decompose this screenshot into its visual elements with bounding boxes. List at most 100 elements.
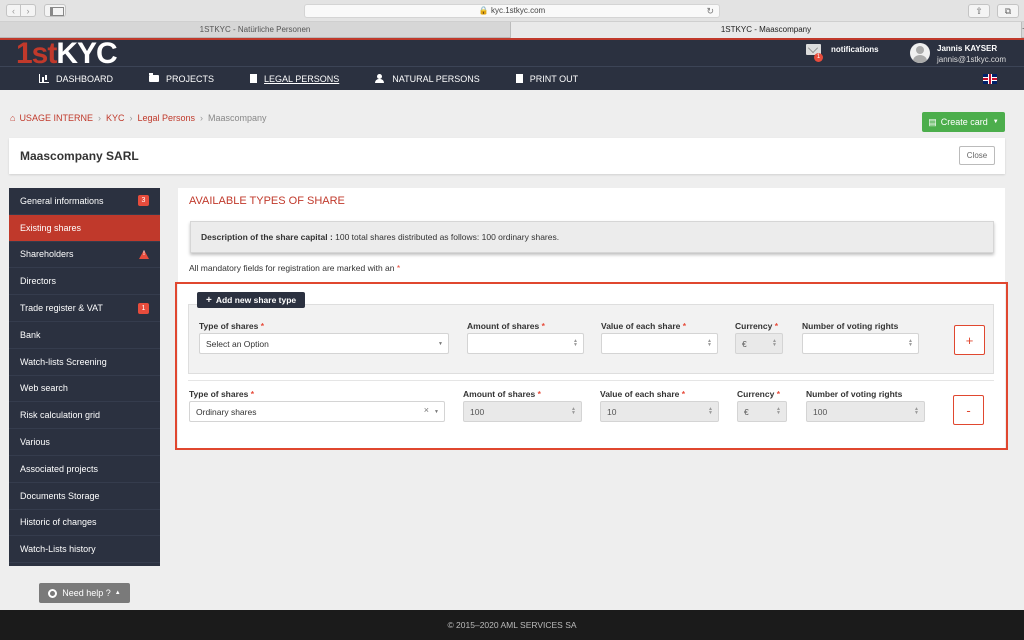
sidebar-item-historic-of-changes[interactable]: Historic of changes	[9, 510, 160, 537]
chevron-down-icon: ▼	[438, 341, 443, 347]
sidebar-item-label: Trade register & VAT	[20, 303, 103, 314]
new-currency-select[interactable]: € ▲ ▼	[735, 333, 783, 354]
sidebar-item-bank[interactable]: Bank	[9, 322, 160, 349]
stepper-icon[interactable]: ▲ ▼	[707, 339, 712, 348]
currency-label-text: Currency	[737, 389, 775, 399]
stepper-icon[interactable]: ▲ ▼	[914, 407, 919, 416]
warning-icon	[139, 249, 149, 259]
description-label: Description of the share capital :	[201, 232, 333, 242]
logo[interactable]: 1stKYC	[16, 39, 118, 69]
address-bar[interactable]: 🔒 kyc.1stkyc.com ↻	[304, 4, 720, 18]
existing-type-select[interactable]: Ordinary shares × ▼	[189, 401, 445, 422]
breadcrumb-separator: ›	[129, 113, 133, 123]
forward-button[interactable]: ›	[21, 4, 36, 17]
currency-label-text: Currency	[735, 321, 773, 331]
share-icon[interactable]: ⇧	[968, 4, 990, 18]
value-label-text: Value of each share	[600, 389, 680, 399]
browser-toolbar: ‹ › 🔒 kyc.1stkyc.com ↻ ⇧ ⧉	[0, 0, 1024, 22]
file-icon: ▤	[928, 116, 937, 127]
add-share-row-button[interactable]: +	[954, 325, 985, 355]
amount-label-text: Amount of shares	[463, 389, 536, 399]
existing-value-input[interactable]: 10 ▲ ▼	[600, 401, 719, 422]
back-button[interactable]: ‹	[6, 4, 21, 17]
description-text: 100 total shares distributed as follows:…	[332, 232, 560, 242]
share-types-form: Type of shares * Select an Option ▼ Amou…	[175, 282, 1008, 450]
nav-dashboard[interactable]: DASHBOARD	[39, 74, 113, 84]
sidebar-item-general-informations[interactable]: General informations 3	[9, 188, 160, 215]
caret-down-icon: ▼	[992, 119, 999, 125]
sidebar-item-associated-projects[interactable]: Associated projects	[9, 456, 160, 483]
sidebar-item-label: Web search	[20, 383, 68, 394]
existing-type-value: Ordinary shares	[196, 406, 257, 417]
avatar[interactable]	[910, 43, 930, 63]
breadcrumb-separator: ›	[200, 113, 204, 123]
stepper-icon[interactable]: ▲ ▼	[908, 339, 913, 348]
currency-label: Currency *	[735, 321, 778, 331]
sidebar-item-watch-lists-screening[interactable]: Watch-lists Screening	[9, 349, 160, 376]
type-label: Type of shares *	[189, 389, 254, 399]
stepper-icon[interactable]: ▲ ▼	[571, 407, 576, 416]
sidebar-item-existing-shares[interactable]: Existing shares	[9, 214, 160, 242]
type-label-text: Type of shares	[189, 389, 249, 399]
page-title: Maascompany SARL	[20, 149, 139, 163]
nav-projects[interactable]: PROJECTS	[149, 73, 214, 84]
clear-icon[interactable]: ×	[424, 405, 429, 415]
show-tabs-icon[interactable]: ⧉	[997, 4, 1019, 18]
need-help-label: Need help ?	[62, 588, 111, 598]
sidebar-item-web-search[interactable]: Web search	[9, 376, 160, 403]
amount-label: Amount of shares *	[463, 389, 541, 399]
sidebar-item-label: Existing shares	[20, 222, 82, 233]
breadcrumb-kyc[interactable]: KYC	[106, 113, 125, 123]
nav-natural-persons[interactable]: NATURAL PERSONS	[375, 74, 480, 84]
sidebar-item-various[interactable]: Various	[9, 429, 160, 456]
uk-flag-icon[interactable]	[983, 74, 997, 84]
shares-panel: AVAILABLE TYPES OF SHARE Description of …	[175, 188, 1008, 450]
building-icon	[250, 74, 258, 83]
stepper-icon[interactable]: ▲ ▼	[573, 339, 578, 348]
user-name[interactable]: Jannis KAYSER	[937, 44, 997, 53]
reload-icon[interactable]: ↻	[706, 5, 714, 17]
sidebar-item-label: Shareholders	[20, 249, 74, 260]
remove-share-row-button[interactable]: -	[953, 395, 984, 425]
required-asterisk: *	[396, 263, 401, 273]
new-voting-input[interactable]: ▲ ▼	[802, 333, 919, 354]
value-label: Value of each share *	[600, 389, 685, 399]
amount-label: Amount of shares *	[467, 321, 545, 331]
create-card-button[interactable]: ▤ Create card ▼	[922, 112, 1005, 132]
sidebar-toggle-icon[interactable]	[44, 4, 66, 17]
count-badge: 1	[138, 302, 149, 314]
main-navigation: DASHBOARD PROJECTS LEGAL PERSONS NATURAL…	[0, 66, 1024, 90]
stepper-icon: ▲ ▼	[772, 338, 777, 348]
sidebar-item-label: Directors	[20, 276, 57, 287]
breadcrumb-usage-interne[interactable]: USAGE INTERNE	[19, 113, 93, 123]
sidebar-item-label: Associated projects	[20, 463, 99, 474]
stepper-icon: ▲ ▼	[776, 406, 781, 416]
voting-label: Number of voting rights	[806, 389, 903, 399]
browser-tab-natural-persons[interactable]: 1STKYC - Natürliche Personen	[0, 22, 511, 38]
browser-tab-strip: 1STKYC - Natürliche Personen 1STKYC - Ma…	[0, 22, 1024, 38]
existing-currency-select[interactable]: € ▲ ▼	[737, 401, 787, 422]
existing-share-row: Type of shares * Ordinary shares × ▼ Amo…	[188, 380, 994, 438]
browser-tab-maascompany[interactable]: 1STKYC - Maascompany	[511, 22, 1022, 38]
existing-amount-input[interactable]: 100 ▲ ▼	[463, 401, 582, 422]
breadcrumb-legal-persons[interactable]: Legal Persons	[137, 113, 195, 123]
existing-voting-input[interactable]: 100 ▲ ▼	[806, 401, 925, 422]
sidebar-item-directors[interactable]: Directors	[9, 268, 160, 296]
sidebar-item-trade-register[interactable]: Trade register & VAT 1	[9, 295, 160, 322]
stepper-icon[interactable]: ▲ ▼	[708, 407, 713, 416]
sidebar-item-shareholders[interactable]: Shareholders	[9, 242, 160, 269]
new-type-select[interactable]: Select an Option ▼	[199, 333, 449, 354]
sidebar-item-documents-storage[interactable]: Documents Storage	[9, 483, 160, 510]
nav-print-out[interactable]: PRINT OUT	[515, 74, 578, 84]
document-icon	[515, 74, 523, 83]
close-button[interactable]: Close	[959, 146, 995, 165]
need-help-button[interactable]: Need help ? ▲	[39, 583, 130, 603]
sidebar-item-risk-calculation-grid[interactable]: Risk calculation grid	[9, 402, 160, 430]
nav-legal-persons[interactable]: LEGAL PERSONS	[250, 74, 339, 84]
existing-currency-value: €	[744, 406, 749, 417]
new-amount-input[interactable]: ▲ ▼	[467, 333, 584, 354]
sidebar-item-watch-lists-history[interactable]: Watch-Lists history	[9, 536, 160, 564]
add-new-share-type-button[interactable]: + Add new share type	[197, 292, 306, 308]
notifications-label: notifications	[831, 45, 879, 54]
new-value-input[interactable]: ▲ ▼	[601, 333, 718, 354]
